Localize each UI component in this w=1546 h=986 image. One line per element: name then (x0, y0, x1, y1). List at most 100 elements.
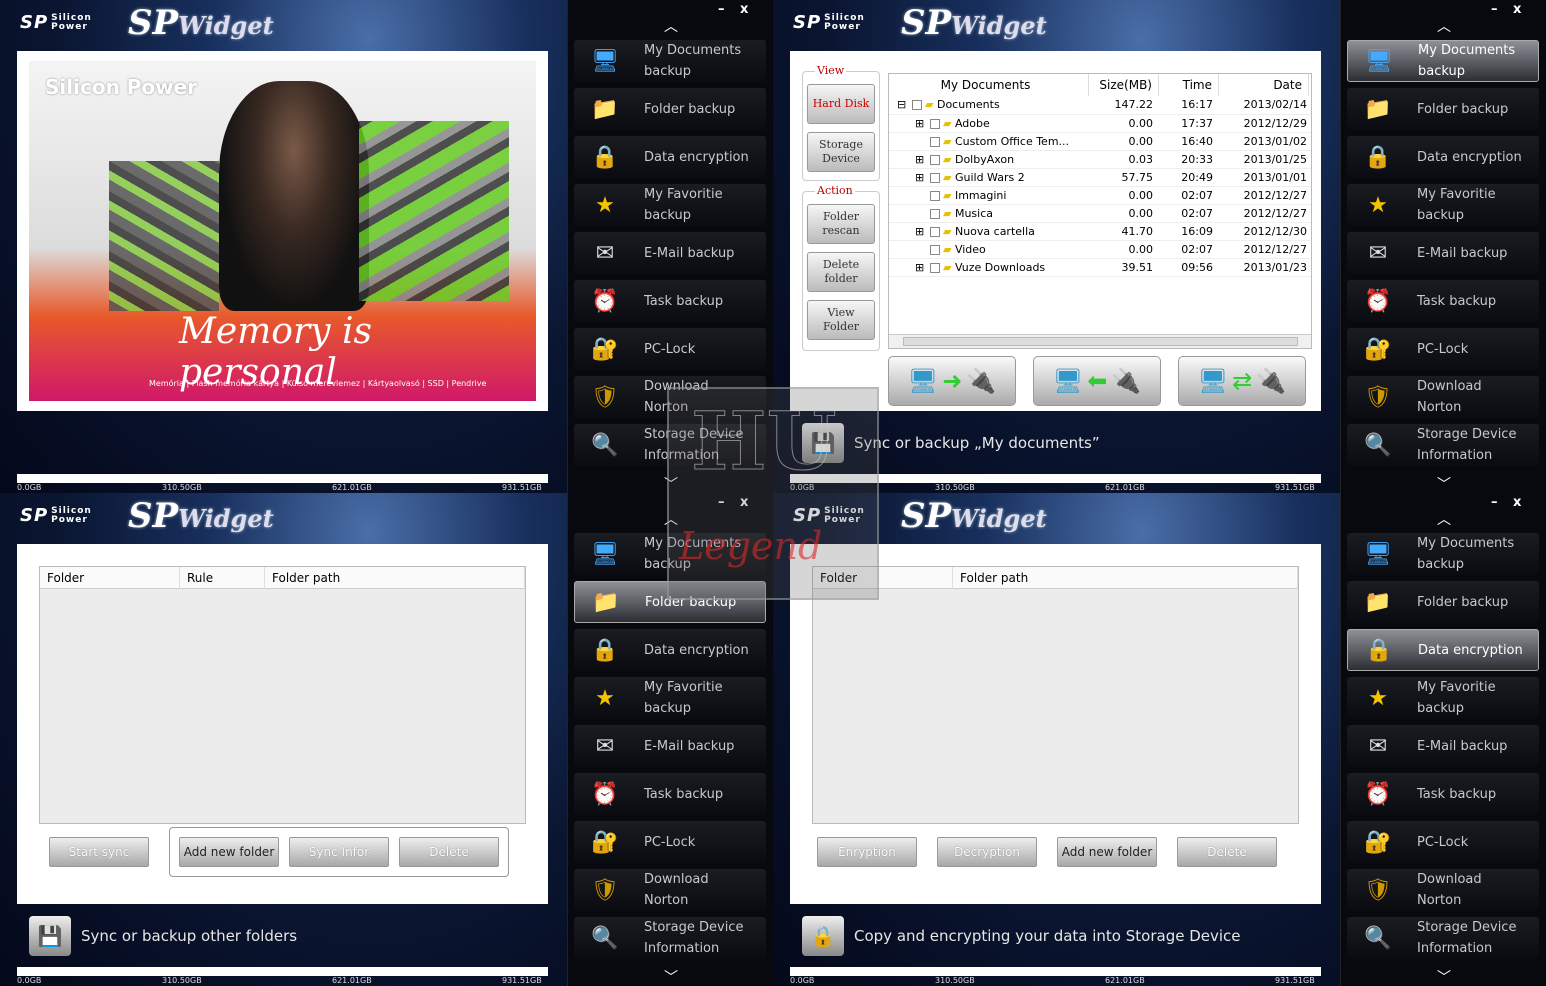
view-folder-button[interactable]: View Folder (807, 300, 875, 340)
table-row[interactable]: ⊞ ▰ DolbyAxon 0.03 20:33 2013/01/25 (889, 150, 1311, 169)
expand-icon[interactable]: ⊞ (915, 153, 927, 166)
scroll-up-icon[interactable]: ︿ (664, 16, 678, 36)
checkbox[interactable] (930, 154, 940, 165)
sidebar-item-3[interactable]: ★ My Favoritie backup (1347, 184, 1539, 226)
delete-button[interactable]: Delete (399, 837, 499, 867)
expand-icon[interactable]: ⊟ (897, 98, 909, 111)
close-button[interactable]: x (740, 2, 748, 17)
table-row[interactable]: ⊞ ▰ Guild Wars 2 57.75 20:49 2013/01/01 (889, 168, 1311, 187)
column-header[interactable]: Folder path (265, 567, 525, 589)
sync-infor-button[interactable]: Sync Infor (289, 837, 389, 867)
column-header[interactable]: Time (1159, 74, 1219, 96)
delete-button[interactable]: Delete (1177, 837, 1277, 867)
sidebar-item-8[interactable]: 🔍 Storage Device Information (1347, 917, 1539, 959)
sidebar-item-7[interactable]: 🛡 Download Norton (1347, 869, 1539, 911)
scroll-down-icon[interactable]: ﹀ (664, 967, 678, 986)
checkbox[interactable] (930, 172, 940, 183)
folder-rescan-button[interactable]: Folder rescan (807, 204, 875, 244)
start-sync-button[interactable]: Start sync (49, 837, 149, 867)
expand-icon[interactable]: ⊞ (915, 225, 927, 238)
sidebar-item-5[interactable]: ⏰ Task backup (574, 280, 766, 322)
checkbox[interactable] (930, 226, 940, 237)
sidebar-item-6[interactable]: 🔐 PC-Lock (574, 328, 766, 370)
sidebar-item-6[interactable]: 🔐 PC-Lock (574, 821, 766, 863)
table-row[interactable]: ▰ Video 0.00 02:07 2012/12/27 (889, 240, 1311, 259)
sync-button[interactable]: 🖥 ⇄ 🔌 (1178, 356, 1306, 406)
column-header[interactable]: My Documents (889, 74, 1089, 96)
capacity-label: 621.01GB (1105, 976, 1145, 985)
scroll-up-icon[interactable]: ︿ (1437, 16, 1451, 36)
sidebar-item-8[interactable]: 🔍 Storage Device Information (1347, 424, 1539, 466)
column-header[interactable]: Folder path (953, 567, 1298, 589)
sidebar-item-3[interactable]: ★ My Favoritie backup (574, 184, 766, 226)
checkbox[interactable] (930, 244, 940, 255)
sidebar-item-4[interactable]: ✉ E-Mail backup (1347, 232, 1539, 274)
column-header[interactable]: Rule (180, 567, 265, 589)
table-row[interactable]: ▰ Custom Office Tem... 0.00 16:40 2013/01/0… (889, 132, 1311, 151)
table-row[interactable]: ⊞ ▰ Nuova cartella 41.70 16:09 2012/12/30 (889, 222, 1311, 241)
encryption-button[interactable]: Enryption (817, 837, 917, 867)
column-header[interactable]: Date (1219, 74, 1309, 96)
scrollbar-thumb[interactable] (903, 337, 1298, 346)
checkbox[interactable] (930, 208, 940, 219)
sidebar-item-2[interactable]: 🔒 Data encryption (574, 629, 766, 671)
scroll-down-icon[interactable]: ﹀ (1437, 967, 1451, 986)
sidebar-item-8[interactable]: 🔍 Storage Device Information (574, 917, 766, 959)
close-button[interactable]: x (1513, 495, 1521, 510)
sidebar-item-3[interactable]: ★ My Favoritie backup (1347, 677, 1539, 719)
monitor-usb-icon: 🖥 (591, 541, 619, 567)
decryption-button[interactable]: Decryption (937, 837, 1037, 867)
add-new-folder-button[interactable]: Add new folder (179, 837, 279, 867)
sidebar-item-0[interactable]: 🖥 My Documents backup (574, 40, 766, 82)
sidebar-item-6[interactable]: 🔐 PC-Lock (1347, 821, 1539, 863)
sidebar-item-5[interactable]: ⏰ Task backup (574, 773, 766, 815)
checkbox[interactable] (930, 136, 940, 147)
sidebar-item-2[interactable]: 🔒 Data encryption (574, 136, 766, 178)
sidebar-item-2[interactable]: 🔒 Data encryption (1347, 629, 1539, 671)
restore-from-device-button[interactable]: 🖥 ⬅ 🔌 (1033, 356, 1161, 406)
sidebar-item-1[interactable]: 📁 Folder backup (574, 88, 766, 130)
checkbox[interactable] (930, 190, 940, 201)
checkbox[interactable] (930, 118, 940, 129)
hard-disk-button[interactable]: Hard Disk (807, 84, 875, 124)
horizontal-scrollbar[interactable] (889, 334, 1311, 348)
minimize-button[interactable]: – (1491, 2, 1498, 17)
table-row[interactable]: ⊞ ▰ Vuze Downloads 39.51 09:56 2013/01/23 (889, 258, 1311, 277)
sidebar-item-0[interactable]: 🖥 My Documents backup (1347, 40, 1539, 82)
checkbox[interactable] (930, 262, 940, 273)
sidebar-item-6[interactable]: 🔐 PC-Lock (1347, 328, 1539, 370)
sidebar-item-5[interactable]: ⏰ Task backup (1347, 773, 1539, 815)
expand-icon[interactable]: ⊞ (915, 171, 927, 184)
table-row[interactable]: ⊞ ▰ Adobe 0.00 17:37 2012/12/29 (889, 114, 1311, 133)
column-header[interactable]: Folder (40, 567, 180, 589)
add-new-folder-button[interactable]: Add new folder (1057, 837, 1157, 867)
scroll-up-icon[interactable]: ︿ (1437, 509, 1451, 529)
column-header[interactable]: Size(MB) (1089, 74, 1159, 96)
sidebar-item-7[interactable]: 🛡 Download Norton (574, 869, 766, 911)
close-button[interactable]: x (1513, 2, 1521, 17)
memory-cards-left (109, 161, 219, 311)
sidebar-item-5[interactable]: ⏰ Task backup (1347, 280, 1539, 322)
sidebar-item-4[interactable]: ✉ E-Mail backup (574, 725, 766, 767)
delete-folder-button[interactable]: Delete folder (807, 252, 875, 292)
sidebar-item-4[interactable]: ✉ E-Mail backup (1347, 725, 1539, 767)
backup-to-device-button[interactable]: 🖥 ➜ 🔌 (888, 356, 1016, 406)
sidebar: – x ︿ 🖥 My Documents backup 📁 Folder back… (1340, 0, 1546, 493)
expand-icon[interactable]: ⊞ (915, 117, 927, 130)
sidebar-item-1[interactable]: 📁 Folder backup (1347, 581, 1539, 623)
sidebar-item-1[interactable]: 📁 Folder backup (1347, 88, 1539, 130)
table-row[interactable]: ⊟ ▰ Documents 147.22 16:17 2013/02/14 (889, 96, 1311, 115)
minimize-button[interactable]: – (718, 2, 725, 17)
expand-icon[interactable]: ⊞ (915, 261, 927, 274)
scroll-down-icon[interactable]: ﹀ (1437, 474, 1451, 493)
table-row[interactable]: ▰ Musica 0.00 02:07 2012/12/27 (889, 204, 1311, 223)
sidebar-item-3[interactable]: ★ My Favoritie backup (574, 677, 766, 719)
minimize-button[interactable]: – (1491, 495, 1498, 510)
sidebar-item-7[interactable]: 🛡 Download Norton (1347, 376, 1539, 418)
storage-device-button[interactable]: Storage Device (807, 132, 875, 172)
sidebar-item-4[interactable]: ✉ E-Mail backup (574, 232, 766, 274)
sidebar-item-0[interactable]: 🖥 My Documents backup (1347, 533, 1539, 575)
table-row[interactable]: ▰ Immagini 0.00 02:07 2012/12/27 (889, 186, 1311, 205)
checkbox[interactable] (912, 100, 922, 111)
sidebar-item-2[interactable]: 🔒 Data encryption (1347, 136, 1539, 178)
